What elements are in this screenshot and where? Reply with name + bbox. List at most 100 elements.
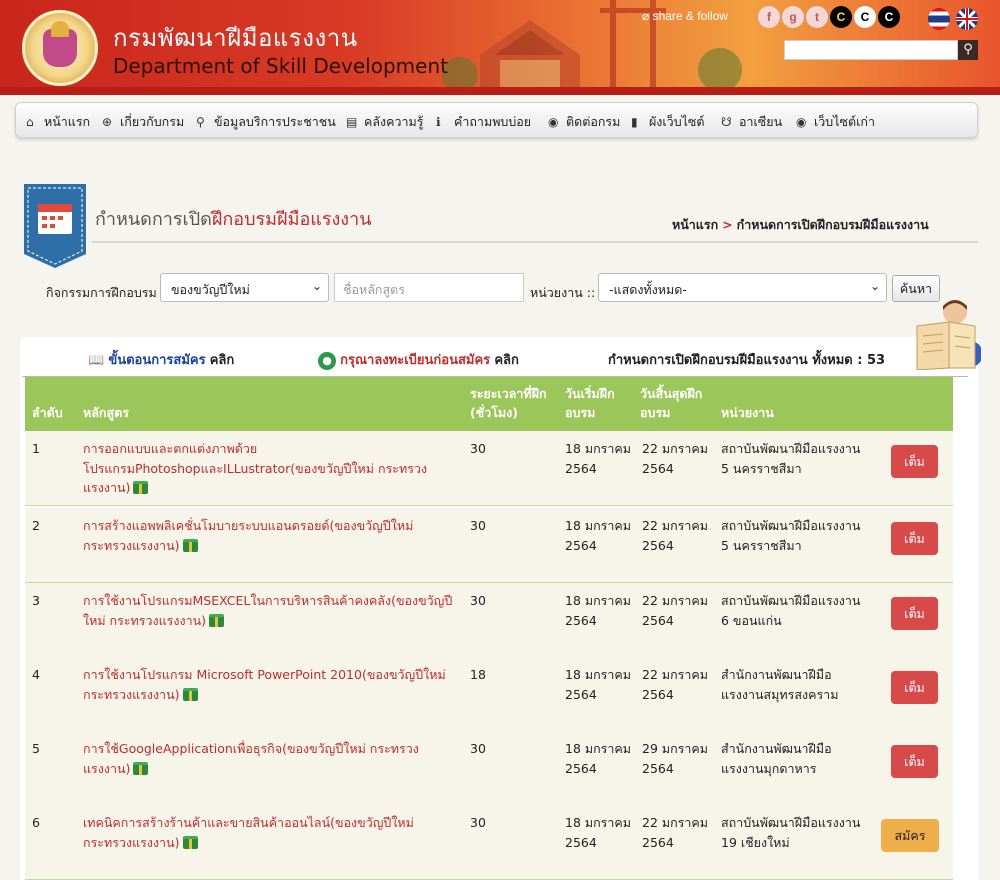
gift-icon [182, 835, 198, 849]
site-title-english: Department of Skill Development [113, 54, 448, 78]
handshake-icon: ☋ [721, 115, 732, 129]
steps-link-row[interactable]: 📖 ขั้นตอนการสมัคร คลิก [88, 349, 234, 370]
unit-name: สำนักงานพัฒนาฝีมือแรงงานมุกดาหาร [721, 741, 832, 776]
col-header-course: หลักสูตร [83, 405, 129, 420]
end-date: 22 มกราคม 2564 [642, 593, 709, 628]
nav-item-7[interactable]: ☋ อาเซียน [721, 112, 782, 132]
main-navigation: ⌂ หน้าแรก ⊕ เกี่ยวกับกรม ⚲ ข้อมูลบริการประ… [15, 102, 978, 138]
course-name-link[interactable]: เทคนิคการสร้างร้านค้าและขายสินค้าออนไลน์… [83, 813, 453, 852]
newspaper-reader-icon [916, 300, 981, 370]
nav-item-6[interactable]: ▮ ผังเว็บไซต์ [631, 112, 705, 132]
register-click-label[interactable]: คลิก [494, 353, 519, 368]
row-number: 1 [32, 441, 40, 456]
gift-icon [133, 761, 149, 775]
uk-flag-icon[interactable] [956, 8, 978, 30]
nav-item-label: ติดต่อกรม [565, 114, 621, 129]
table-row: 4 การใช้งานโปรแกรม Microsoft PowerPoint 2… [25, 657, 953, 732]
table-row: 1 การออกแบบและตกแต่งภาพด้วยโปรแกรมPhotosh… [25, 431, 953, 506]
nav-item-label: เกี่ยวกับกรม [119, 114, 185, 129]
course-name-link[interactable]: การใช้งานโปรแกรม Microsoft PowerPoint 20… [83, 665, 453, 704]
chevron-down-icon: ⌄ [311, 279, 322, 293]
title-divider [92, 241, 978, 243]
mobile-icon: ▮ [631, 115, 638, 129]
training-hours: 30 [470, 741, 486, 756]
calendar-badge-icon [24, 184, 86, 268]
breadcrumb-current: กำหนดการเปิดฝึกอบรมฝีมือแรงงาน [736, 217, 929, 232]
col-header-unit: หน่วยงาน [721, 405, 774, 420]
nav-item-5[interactable]: ◉ ติดต่อกรม [548, 112, 620, 132]
nav-item-label: ผังเว็บไซต์ [648, 114, 705, 129]
start-date: 18 มกราคม 2564 [565, 815, 632, 850]
course-name-input[interactable]: ชื่อหลักสูตร [334, 273, 524, 302]
nav-item-label: หน้าแรก [43, 114, 91, 129]
col-header-no: ลำดับ [32, 405, 63, 420]
apply-button[interactable]: สมัคร [881, 819, 939, 852]
col-header-start: วันเริ่มฝึกอบรม [565, 386, 615, 420]
full-button[interactable]: เต็ม [891, 745, 938, 778]
info-icon: ℹ [436, 115, 441, 129]
gplus-icon[interactable]: g [782, 6, 804, 28]
department-logo[interactable] [22, 10, 98, 86]
nav-item-1[interactable]: ⊕ เกี่ยวกับกรม [102, 112, 184, 132]
chevron-down-icon: ⌄ [869, 279, 880, 293]
breadcrumb-home-link[interactable]: หน้าแรก [672, 217, 718, 232]
table-row: 5 การใช้GoogleApplicationเพื่อธุรกิจ(ของข… [25, 731, 953, 806]
table-row: 6 เทคนิคการสร้างร้านค้าและขายสินค้าออนไลน… [25, 805, 953, 880]
contrast-white-icon[interactable]: C [854, 6, 876, 28]
unit-select[interactable]: -แสดงทั้งหมด- ⌄ [598, 273, 887, 302]
contrast-black-icon[interactable]: C [878, 6, 900, 28]
book-icon: ▤ [346, 115, 358, 129]
activity-label: กิจกรรมการฝึกอบรม [46, 285, 157, 300]
page-title: กำหนดการเปิดฝึกอบรมฝีมือแรงงาน [95, 209, 372, 230]
course-name-link[interactable]: การสร้างแอพพลิเคชั่นโมบายระบบแอนดรอยด์(ข… [83, 516, 453, 555]
course-name-link[interactable]: การใช้GoogleApplicationเพื่อธุรกิจ(ของขว… [83, 739, 453, 778]
full-button[interactable]: เต็ม [891, 445, 938, 478]
nav-item-label: อาเซียน [738, 114, 783, 129]
nav-item-3[interactable]: ▤ คลังความรู้ [346, 112, 423, 132]
nav-item-label: คำถามพบบ่อย [453, 114, 532, 129]
nav-item-label: เว็บไซต์เก่า [813, 114, 875, 129]
full-button[interactable]: เต็ม [891, 671, 938, 704]
application-steps-link[interactable]: ขั้นตอนการสมัคร [108, 353, 205, 368]
training-hours: 30 [470, 815, 486, 830]
nav-item-8[interactable]: ◉ เว็บไซต์เก่า [796, 112, 875, 132]
contrast-yellow-icon[interactable]: C [830, 6, 852, 28]
total-count: กำหนดการเปิดฝึกอบรมฝีมือแรงงาน ทั้งหมด :… [608, 353, 886, 368]
start-date: 18 มกราคม 2564 [565, 741, 632, 776]
course-name-link[interactable]: การออกแบบและตกแต่งภาพด้วยโปรแกรมPhotosho… [83, 439, 453, 498]
facebook-icon[interactable]: f [758, 6, 780, 28]
end-date: 29 มกราคม 2564 [642, 741, 709, 776]
register-link-row[interactable]: ● กรุณาลงทะเบียนก่อนสมัคร คลิก [318, 349, 519, 370]
col-header-hours: ระยะเวลาที่ฝึก (ชั่วโมง) [470, 386, 547, 420]
twitter-icon[interactable]: t [806, 6, 828, 28]
col-header-end: วันสิ้นสุดฝึกอบรม [640, 386, 703, 420]
book-icon: 📖 [88, 353, 105, 368]
end-date: 22 มกราคม 2564 [642, 667, 709, 702]
training-hours: 30 [470, 441, 486, 456]
register-first-link[interactable]: กรุณาลงทะเบียนก่อนสมัคร [340, 353, 490, 368]
breadcrumb-separator: > [722, 217, 733, 232]
thai-flag-icon[interactable] [928, 8, 950, 30]
nav-item-0[interactable]: ⌂ หน้าแรก [26, 112, 90, 132]
gift-icon [209, 613, 225, 627]
activity-select[interactable]: ของขวัญปีใหม่ ⌄ [160, 273, 329, 302]
table-row: 3 การใช้งานโปรแกรมMSEXCELในการบริหารสินค้… [25, 583, 953, 658]
unit-name: สถาบันพัฒนาฝีมือแรงงาน 19 เชียงใหม่ [721, 815, 861, 850]
breadcrumb: หน้าแรก > กำหนดการเปิดฝึกอบรมฝีมือแรงงาน [672, 215, 929, 235]
full-button[interactable]: เต็ม [891, 522, 938, 555]
steps-click-label[interactable]: คลิก [210, 353, 235, 368]
training-hours: 30 [470, 593, 486, 608]
table-row: 2 การสร้างแอพพลิเคชั่นโมบายระบบแอนดรอยด์(… [25, 508, 953, 583]
full-button[interactable]: เต็ม [891, 597, 938, 630]
plus-circle-icon: ⊕ [102, 115, 113, 129]
unit-name: สถาบันพัฒนาฝีมือแรงงาน 5 นครราชสีมา [721, 518, 861, 553]
end-date: 22 มกราคม 2564 [642, 441, 709, 476]
nav-item-4[interactable]: ℹ คำถามพบบ่อย [436, 112, 531, 132]
start-date: 18 มกราคม 2564 [565, 593, 632, 628]
unit-name: สถาบันพัฒนาฝีมือแรงงาน 5 นครราชสีมา [721, 441, 861, 476]
nav-item-2[interactable]: ⚲ ข้อมูลบริการประชาชน [196, 112, 336, 132]
course-name-link[interactable]: การใช้งานโปรแกรมMSEXCELในการบริหารสินค้า… [83, 591, 453, 630]
unit-name: สถาบันพัฒนาฝีมือแรงงาน 6 ขอนแก่น [721, 593, 861, 628]
search-icon[interactable]: ⚲ [958, 40, 978, 60]
site-search-input[interactable] [784, 40, 958, 60]
